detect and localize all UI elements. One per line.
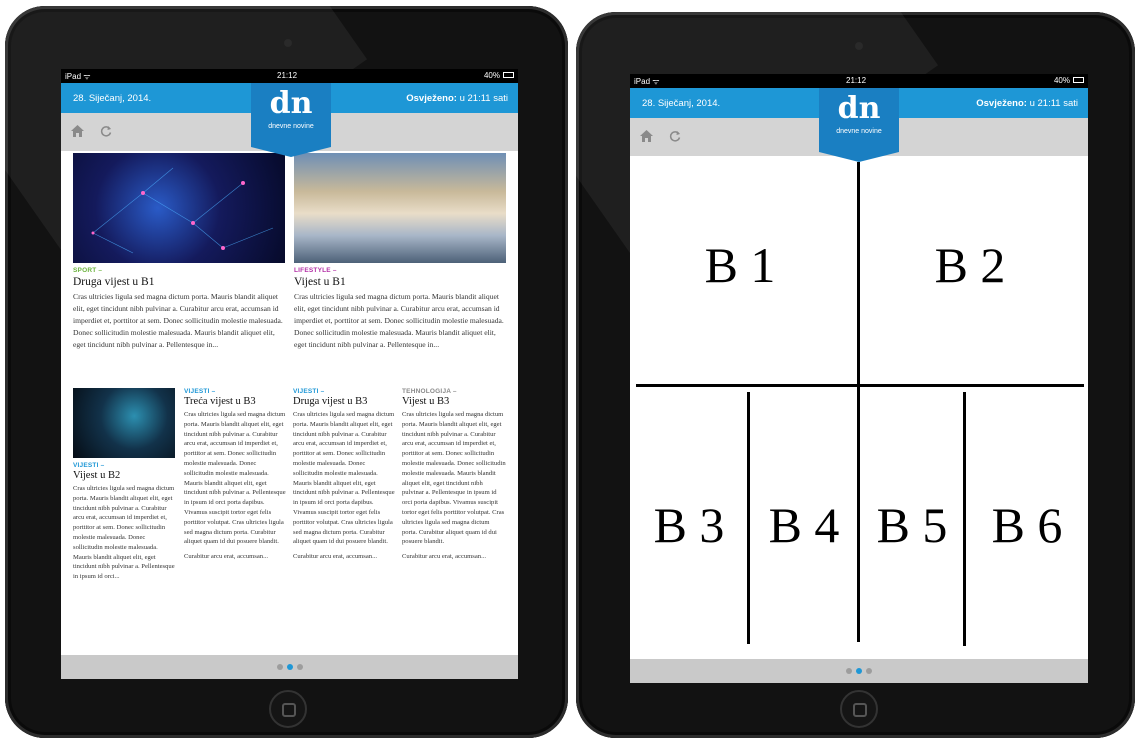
zone-label-b4: B 4 [768,497,840,553]
page-dot[interactable] [276,664,283,670]
layout-wireframe: B 1 B 2 B 3 B 4 B 5 B 6 [630,156,1088,659]
article-excerpt: Cras ultricies ligula sed magna dictum p… [402,411,506,546]
page-indicator[interactable] [846,668,872,674]
read-more-link[interactable]: Curabitur arcu erat, accumsan... [184,553,286,560]
right-screen: iPad ᯤ 21:12 40% 28. Siječanj, 2014. Osv… [630,74,1088,683]
zone-label-b2: B 2 [934,237,1006,293]
logo-caption: dnevne novine [836,128,882,135]
article-card[interactable]: LIFESTYLE – Vijest u B1 Cras ultricies l… [294,153,506,351]
article-card[interactable]: VIJESTI – Druga vijest u B3 Cras ultrici… [293,388,395,560]
article-title[interactable]: Druga vijest u B3 [293,396,395,407]
article-card[interactable]: VIJESTI – Treća vijest u B3 Cras ultrici… [184,388,286,560]
page-dot-active[interactable] [856,668,862,674]
article-card[interactable]: VIJESTI – Vijest u B2 Cras ultricies lig… [73,388,175,582]
divider-horizontal [636,384,1084,387]
zone-label-b1: B 1 [704,237,776,293]
zone-label-b6: B 6 [991,497,1063,553]
page-dot[interactable] [866,668,872,674]
clock: 21:12 [277,71,298,80]
article-title[interactable]: Vijest u B3 [402,396,506,407]
article-excerpt: Cras ultricies ligula sed magna dictum p… [73,485,175,581]
article-image-network [73,153,285,263]
read-more-link[interactable]: Curabitur arcu erat, accumsan... [402,553,506,560]
article-excerpt: Cras ultricies ligula sed magna dictum p… [294,292,504,349]
article-category[interactable]: SPORT – [73,267,285,274]
home-hardware-button[interactable] [269,690,307,728]
article-title[interactable]: Treća vijest u B3 [184,396,286,407]
front-camera [284,39,292,47]
article-title[interactable]: Druga vijest u B1 [73,276,285,288]
article-excerpt: Cras ultricies ligula sed magna dictum p… [184,411,286,546]
article-category[interactable]: VIJESTI – [184,388,286,395]
article-category[interactable]: LIFESTYLE – [294,267,506,274]
home-icon[interactable] [640,130,653,145]
status-bar: iPad ᯤ 21:12 40% [61,69,518,83]
article-title[interactable]: Vijest u B1 [294,276,506,288]
dn-logo[interactable]: dn dnevne novine [251,83,331,157]
left-screen: iPad ᯤ 21:12 40% 28. Siječanj, 2014. Osv… [61,69,518,679]
page-dot-active[interactable] [286,664,293,670]
article-image-dragon [73,388,175,458]
page-dot[interactable] [846,668,852,674]
right-ipad-frame: iPad ᯤ 21:12 40% 28. Siječanj, 2014. Osv… [576,12,1135,738]
article-card[interactable]: SPORT – Druga vijest u B1 Cras ultricies… [73,153,285,351]
read-more-link[interactable]: Curabitur arcu erat, accumsan... [293,553,395,560]
battery-label: 40% [1053,76,1070,85]
battery-icon [503,72,514,78]
home-icon[interactable] [71,125,84,140]
article-card[interactable]: TEHNOLOGIJA – Vijest u B3 Cras ultricies… [402,388,506,560]
battery-label: 40% [483,71,500,80]
refresh-status: Osvježeno: u 21:11 sati [976,98,1078,109]
dn-logo[interactable]: dn dnevne novine [819,88,899,162]
front-camera [855,42,863,50]
carrier-label: iPad ᯤ [634,77,660,86]
article-title[interactable]: Vijest u B2 [73,470,175,481]
refresh-value: u 21:11 sati [1029,98,1078,109]
refresh-label: Osvježeno: [406,93,457,104]
article-image-clouds [294,153,506,263]
refresh-label: Osvježeno: [976,98,1027,109]
article-category[interactable]: TEHNOLOGIJA – [402,388,506,395]
zone-label-b3: B 3 [653,497,725,553]
header-date: 28. Siječanj, 2014. [642,98,721,109]
refresh-icon[interactable] [669,130,681,145]
logo-mark: dn [269,86,313,121]
carrier-label: iPad ᯤ [65,72,91,81]
battery-icon [1073,77,1084,83]
left-ipad-frame: iPad ᯤ 21:12 40% 28. Siječanj, 2014. Osv… [5,6,568,738]
article-excerpt: Cras ultricies ligula sed magna dictum p… [73,292,283,349]
pager-bar [61,655,518,679]
zone-label-b5: B 5 [876,497,948,553]
article-excerpt: Cras ultricies ligula sed magna dictum p… [293,411,395,546]
divider-vertical-top [857,162,860,386]
logo-mark: dn [837,91,881,126]
clock: 21:12 [846,76,867,85]
article-category[interactable]: VIJESTI – [293,388,395,395]
pager-bar [630,659,1088,683]
page-dot[interactable] [296,664,303,670]
home-hardware-button[interactable] [840,690,878,728]
refresh-icon[interactable] [100,125,112,140]
refresh-value: u 21:11 sati [459,93,508,104]
page-indicator[interactable] [276,664,303,670]
refresh-status: Osvježeno: u 21:11 sati [406,93,508,104]
status-bar: iPad ᯤ 21:12 40% [630,74,1088,88]
logo-caption: dnevne novine [268,123,314,130]
header-date: 28. Siječanj, 2014. [73,93,152,104]
news-content: SPORT – Druga vijest u B1 Cras ultricies… [61,151,518,655]
article-category[interactable]: VIJESTI – [73,462,175,469]
